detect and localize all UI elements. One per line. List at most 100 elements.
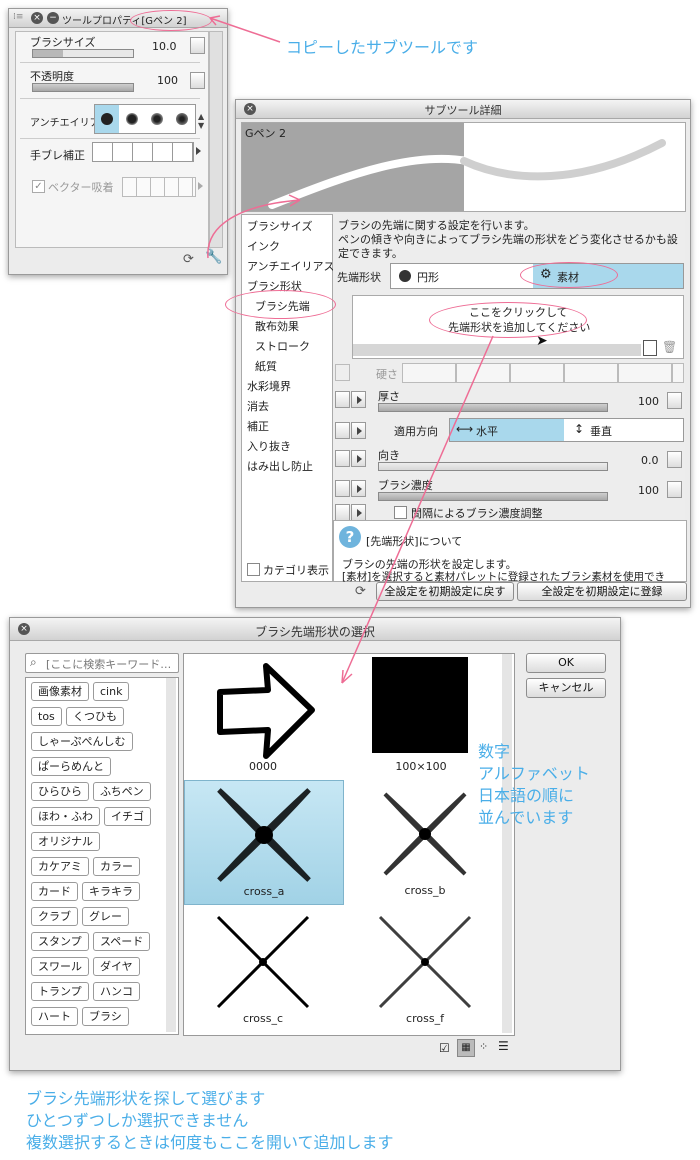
stabilization-arrow-icon[interactable] (196, 147, 201, 155)
category-item-inout[interactable]: 入り抜き (247, 438, 291, 454)
small-grid-view-icon[interactable]: ⁘ (479, 1040, 488, 1053)
search-placeholder: [ここに検索キーワード… (46, 658, 172, 671)
close-icon[interactable]: × (31, 12, 43, 24)
antialias-none-option[interactable] (95, 105, 119, 133)
tag-item[interactable]: イチゴ (104, 807, 151, 826)
spinner-icon[interactable]: ▲ ▼ (198, 112, 204, 130)
hardness-pressure-button[interactable] (335, 364, 350, 381)
thumbnail-item[interactable]: cross_f (346, 906, 504, 1031)
thickness-button[interactable] (667, 392, 682, 409)
brush-size-pressure-button[interactable] (190, 37, 205, 54)
angle-expand-button[interactable] (351, 450, 366, 467)
tag-item[interactable]: ブラシ (82, 1007, 129, 1026)
expand-icon (357, 485, 362, 493)
antialias-weak-option[interactable] (120, 105, 144, 133)
category-item-correction[interactable]: 補正 (247, 418, 269, 434)
tag-item[interactable]: スペード (93, 932, 151, 951)
interval-expand-button[interactable] (351, 504, 366, 521)
tag-item[interactable]: ひらひら (31, 782, 89, 801)
tag-item[interactable]: スワール (31, 957, 89, 976)
angle-slider[interactable] (378, 462, 608, 471)
tag-item[interactable]: 画像素材 (31, 682, 89, 701)
tag-item[interactable]: しゃーぷぺんしむ (31, 732, 133, 751)
tip-list-scrollbar[interactable] (353, 344, 641, 356)
thumbnail-item[interactable]: cross_c (184, 906, 342, 1031)
tag-item[interactable]: ダイヤ (93, 957, 140, 976)
tag-item[interactable]: くつひも (66, 707, 124, 726)
grip-icon: ⁞≡ (13, 12, 24, 22)
trash-icon[interactable]: 🗑 (662, 340, 677, 354)
category-item-stroke[interactable]: ストローク (255, 338, 310, 354)
tag-item[interactable]: ぱーらめんと (31, 757, 111, 776)
minimize-icon[interactable]: − (47, 12, 59, 24)
tag-item[interactable]: ハンコ (93, 982, 140, 1001)
vector-snap-checkbox[interactable]: ✓ (32, 180, 45, 193)
stabilization-levels[interactable] (92, 142, 194, 162)
reset-spinner-icon[interactable]: ⟳ (183, 252, 194, 267)
tag-item[interactable]: グレー (82, 907, 129, 926)
checkbox-view-icon[interactable]: ☑ (439, 1041, 450, 1055)
vertical-option[interactable]: ↕ 垂直 (566, 419, 683, 441)
category-item-watercolor[interactable]: 水彩境界 (247, 378, 291, 394)
cancel-button[interactable]: キャンセル (526, 678, 606, 698)
list-view-icon[interactable]: ☰ (498, 1039, 509, 1053)
shape-circle-option[interactable]: 円形 (391, 264, 531, 288)
divider (20, 62, 200, 63)
opacity-button[interactable] (190, 72, 205, 89)
thickness-slider[interactable] (378, 403, 608, 412)
interval-density-checkbox[interactable] (394, 506, 407, 519)
antialias-strong-option[interactable] (170, 105, 194, 133)
density-pressure-button[interactable] (335, 480, 350, 497)
category-item-scatter[interactable]: 散布効果 (255, 318, 299, 334)
brush-size-slider[interactable] (32, 49, 134, 58)
reset-spinner-icon[interactable]: ⟳ (355, 584, 366, 599)
wrench-icon[interactable]: 🔧 (205, 249, 222, 265)
category-item-paper[interactable]: 紙質 (255, 358, 277, 374)
angle-pressure-button[interactable] (335, 450, 350, 467)
thumbnail-scrollbar[interactable] (502, 654, 512, 1033)
density-button[interactable] (667, 481, 682, 498)
tag-item[interactable]: スタンプ (31, 932, 89, 951)
tag-item[interactable]: カード (31, 882, 78, 901)
thumbnail-item[interactable]: 0000 (184, 654, 342, 779)
reset-all-button[interactable]: 全設定を初期設定に戻す (376, 582, 514, 601)
tag-item[interactable]: ハート (31, 1007, 78, 1026)
category-item-erase[interactable]: 消去 (247, 398, 269, 414)
thumbnail-item-selected[interactable]: cross_a (184, 780, 344, 905)
tag-item[interactable]: キラキラ (82, 882, 140, 901)
interval-pressure-button[interactable] (335, 504, 350, 521)
tag-item[interactable]: カケアミ (31, 857, 89, 876)
tool-property-scrollbar[interactable] (209, 31, 223, 248)
direction-pressure-button[interactable] (335, 422, 350, 439)
tag-item[interactable]: ふちペン (93, 782, 151, 801)
thickness-expand-button[interactable] (351, 391, 366, 408)
ok-button[interactable]: OK (526, 653, 606, 673)
category-item-brush-size[interactable]: ブラシサイズ (247, 218, 312, 234)
register-default-button[interactable]: 全設定を初期設定に登録 (517, 582, 687, 601)
thickness-pressure-button[interactable] (335, 391, 350, 408)
direction-expand-button[interactable] (351, 422, 366, 439)
tag-item[interactable]: トランプ (31, 982, 89, 1001)
tag-item[interactable]: カラー (93, 857, 140, 876)
tag-scrollbar[interactable] (166, 678, 176, 1032)
category-item-antialias[interactable]: アンチエイリアス (247, 258, 335, 274)
search-box[interactable]: ⌕ [ここに検索キーワード… (25, 653, 179, 673)
tag-items: 画像素材 cink tos くつひもしゃーぷぺんしむ ぱーらめんと ひらひら ふちペンほわ・… (25, 677, 165, 1033)
density-expand-button[interactable] (351, 480, 366, 497)
tag-item[interactable]: cink (93, 682, 130, 701)
category-item-ink[interactable]: インク (247, 238, 280, 254)
sort-note-line-2: アルファベット (478, 764, 590, 783)
large-grid-view-icon[interactable]: ▦ (457, 1039, 475, 1057)
density-slider[interactable] (378, 492, 608, 501)
category-item-overflow[interactable]: はみ出し防止 (247, 458, 313, 474)
opacity-slider[interactable] (32, 83, 134, 92)
category-display-checkbox[interactable] (247, 563, 260, 576)
tag-item[interactable]: オリジナル (31, 832, 100, 851)
new-tip-icon[interactable] (643, 340, 657, 356)
antialias-medium-option[interactable] (145, 105, 169, 133)
horizontal-option[interactable]: ⟷ 水平 (450, 419, 564, 441)
tag-item[interactable]: ほわ・ふわ (31, 807, 100, 826)
tag-item[interactable]: クラブ (31, 907, 78, 926)
angle-button[interactable] (667, 451, 682, 468)
tag-item[interactable]: tos (31, 707, 62, 726)
